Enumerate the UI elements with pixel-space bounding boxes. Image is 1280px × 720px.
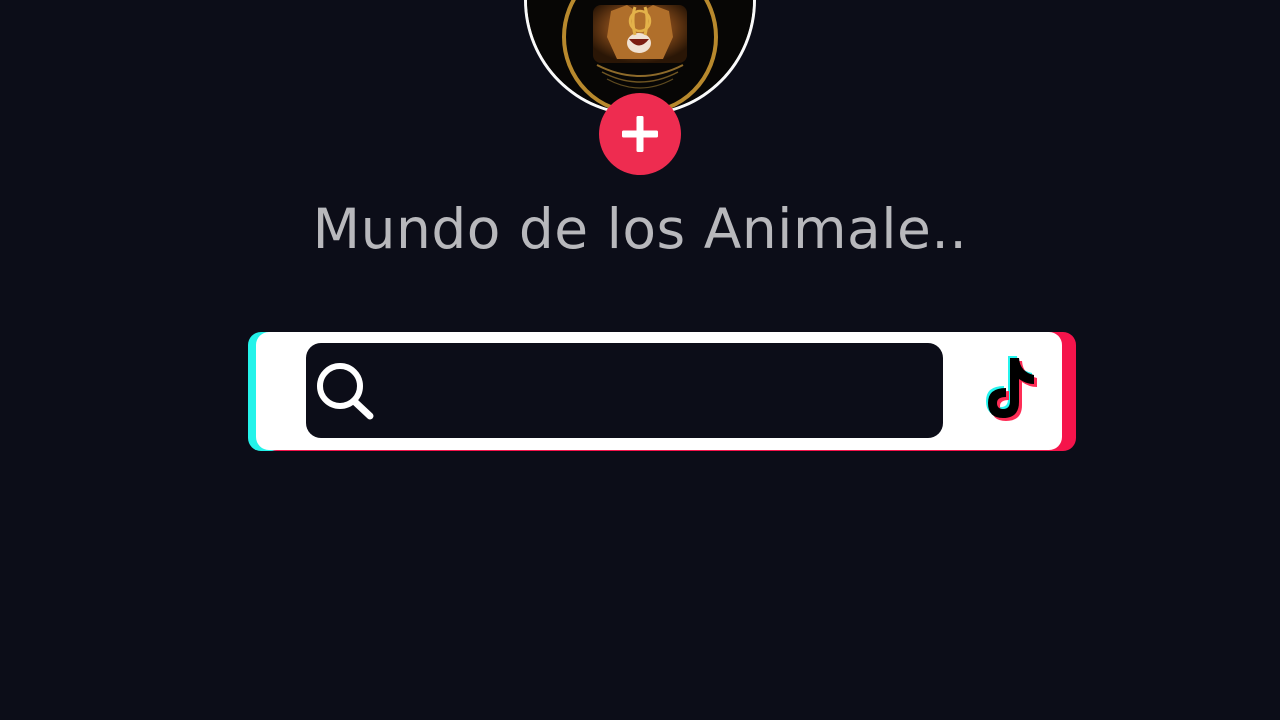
tiktok-logo-icon[interactable] (976, 350, 1040, 430)
plus-icon (622, 116, 658, 152)
follow-button[interactable] (599, 93, 681, 175)
search-input[interactable] (306, 343, 943, 438)
profile-username: Mundo de los Animale.. (312, 197, 968, 261)
search-icon[interactable] (310, 358, 378, 422)
